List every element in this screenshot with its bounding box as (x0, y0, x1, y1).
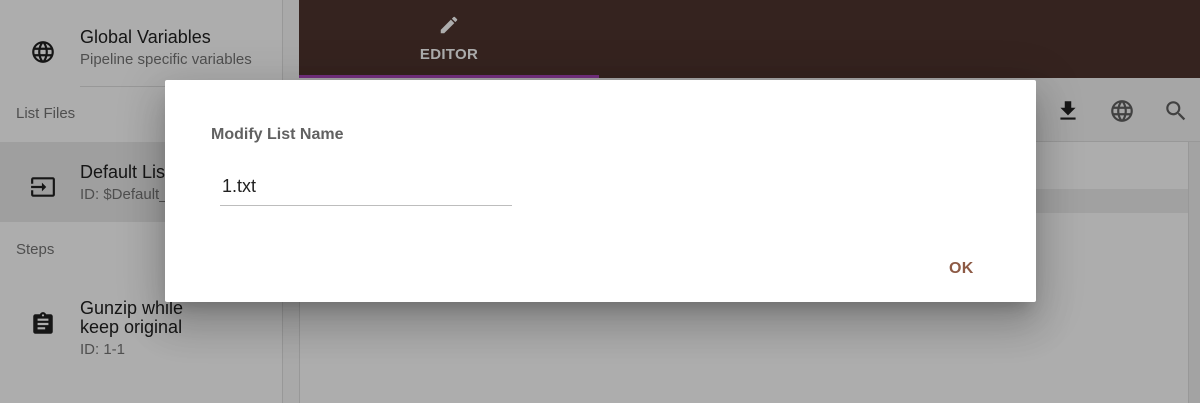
ok-button[interactable]: OK (949, 260, 974, 278)
modify-list-name-dialog: Modify List Name OK (165, 80, 1036, 302)
list-name-input[interactable] (220, 174, 512, 206)
dialog-title: Modify List Name (211, 126, 344, 143)
